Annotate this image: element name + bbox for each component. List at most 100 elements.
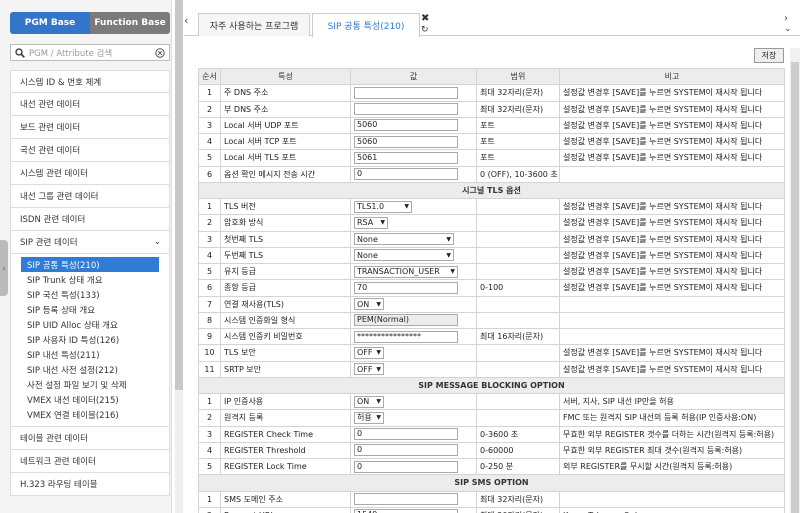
sidebar-subitem[interactable]: SIP 공통 특성(210): [21, 257, 159, 272]
row-number: 9: [198, 327, 221, 346]
row-number: 5: [198, 149, 221, 167]
clear-icon[interactable]: [155, 47, 165, 58]
sidebar-item[interactable]: ISDN 관련 데이터: [10, 208, 170, 231]
tab-favorites[interactable]: 자주 사용하는 프로그램: [198, 13, 310, 36]
value-input[interactable]: 1549: [354, 509, 458, 513]
sidebar-subitem[interactable]: SIP 국선 특성(133): [11, 287, 169, 302]
sidebar-item[interactable]: 테이블 관련 데이터: [10, 427, 170, 450]
value-input[interactable]: ****************: [354, 330, 458, 343]
row-number: 2: [198, 100, 221, 118]
sidebar-subitem[interactable]: SIP 내선 사전 설정(212): [11, 362, 169, 377]
section-header-row: SIP MESSAGE BLOCKING OPTION: [198, 376, 785, 395]
range-cell: 0-60000: [476, 441, 560, 460]
row-number: 1: [198, 392, 221, 411]
note-cell: 서버, 지사, SIP 내선 IP만을 허용: [559, 392, 785, 411]
save-button[interactable]: 저장: [754, 48, 784, 63]
table-header-cell: 특성: [220, 67, 351, 86]
note-cell: 설정값 변경후 [SAVE]를 누르면 SYSTEM이 재시작 됩니다: [559, 100, 785, 118]
search-input[interactable]: PGM / Attribute 검색: [10, 44, 170, 61]
sidebar-subitem[interactable]: SIP 내선 특성(211): [11, 347, 169, 362]
sidebar-item[interactable]: 시스템 ID & 번호 체계: [10, 70, 170, 93]
table-row: 3 Local 서버 UDP 포트 5060 포트 설정값 변경후 [SAVE]를 누르…: [198, 116, 785, 135]
sidebar-subitem[interactable]: SIP 등록 상태 개요: [11, 302, 169, 317]
sidebar-item[interactable]: 보드 관련 데이터: [10, 116, 170, 139]
select-value: None: [357, 234, 378, 244]
note-cell: 설정값 변경후 [SAVE]를 누르면 SYSTEM이 재시작 됩니다: [559, 116, 785, 135]
table-row: 5 Local 서버 TLS 포트 5061 포트 설정값 변경후 [SAVE]를 누르…: [198, 149, 785, 167]
attribute-name: TLS 버전: [220, 197, 351, 216]
chevron-down-icon: ▼: [376, 349, 381, 357]
chevron-down-icon: ▼: [376, 300, 381, 308]
value-input[interactable]: 0: [354, 168, 458, 181]
value-input[interactable]: 5060: [354, 135, 458, 148]
note-cell: 설정값 변경후 [SAVE]를 누르면 SYSTEM이 재시작 됩니다: [559, 132, 785, 151]
chevron-down-icon: ▼: [380, 219, 385, 227]
note-cell: [559, 311, 785, 330]
table-row: 2 암호화 방식 RSA ▼ 설정값 변경후 [SAVE]를 누르면 SYSTEM이 재…: [198, 214, 785, 232]
value-input[interactable]: 5061: [354, 151, 458, 164]
sidebar-subitem[interactable]: VMEX 내선 데이터(215): [11, 392, 169, 407]
value-select[interactable]: None ▼: [354, 249, 454, 262]
collapse-sidebar-icon[interactable]: ‹: [0, 240, 8, 296]
note-cell: FMC 또는 원격지 SIP 내선의 등록 허용(IP 인증사용:ON): [559, 409, 785, 427]
attribute-name: 주 DNS 주소: [220, 84, 351, 102]
value-cell: 0: [350, 425, 477, 443]
attribute-name: 첫번째 TLS: [220, 230, 351, 248]
value-input[interactable]: 0: [354, 428, 458, 441]
tab-pgm-base[interactable]: PGM Base: [10, 12, 90, 34]
tab-prev-icon[interactable]: ‹: [184, 14, 196, 27]
sidebar-item[interactable]: 내선 관련 데이터: [10, 93, 170, 116]
sidebar-subitem[interactable]: VMEX 연결 테이블(216): [11, 407, 169, 422]
value-input[interactable]: 0: [354, 444, 458, 457]
main-scrollbar-thumb[interactable]: [791, 62, 799, 513]
value-input[interactable]: [354, 86, 458, 99]
note-cell: Korea Telecom Only: [559, 506, 785, 513]
sidebar-scrollbar-thumb[interactable]: [175, 0, 183, 390]
range-cell: 포트: [476, 132, 560, 151]
value-input[interactable]: 5060: [354, 119, 458, 132]
value-select[interactable]: ON ▼: [354, 298, 384, 311]
value-select[interactable]: OFF ▼: [354, 363, 384, 376]
refresh-icon[interactable]: ↻: [421, 25, 429, 35]
value-select[interactable]: RSA ▼: [354, 216, 388, 229]
note-cell: 외부 REGISTER를 무시할 시간(원격지 등록:허용): [559, 457, 785, 476]
value-input[interactable]: 0: [354, 460, 458, 473]
sidebar-subitem[interactable]: SIP UID Alloc 상태 개요: [11, 317, 169, 332]
section-title: SIP SMS OPTION: [198, 474, 785, 492]
table-row: 1 TLS 버전 TLS1.0 ▼ 설정값 변경후 [SAVE]를 누르면 SYSTEM…: [198, 197, 785, 216]
close-icon[interactable]: ✖: [421, 13, 429, 24]
value-input[interactable]: [354, 103, 458, 116]
tab-next-icon[interactable]: ›: [784, 13, 788, 24]
table-row: 11 SRTP 보안 OFF ▼ 설정값 변경후 [SAVE]를 누르면 SYSTEM이…: [198, 360, 785, 378]
select-value: OFF: [357, 348, 373, 358]
table-row: 1주 DNS 주소 최대 32자리(문자) 설정값 변경후 [SAVE]를 누르면 …: [198, 84, 785, 102]
value-select[interactable]: None ▼: [354, 233, 454, 246]
note-cell: 무효한 외부 REGISTER 갯수를 더하는 시간(원격지 등록:허용): [559, 425, 785, 443]
sidebar-item[interactable]: H.323 라우팅 테이블: [10, 473, 170, 496]
sidebar-item[interactable]: 내선 그룹 관련 데이터: [10, 185, 170, 208]
sidebar-item-sip[interactable]: SIP 관련 데이터 ⌄: [10, 231, 170, 254]
value-select[interactable]: 허용 ▼: [354, 411, 384, 424]
sidebar-item[interactable]: 국선 관련 데이터: [10, 139, 170, 162]
value-select[interactable]: ON ▼: [354, 395, 384, 408]
chevron-down-icon[interactable]: ⌄: [784, 24, 792, 34]
attribute-name: 부 DNS 주소: [220, 100, 351, 118]
attribute-name: 종항 등급: [220, 279, 351, 297]
sidebar-item[interactable]: 시스템 관련 데이터: [10, 162, 170, 185]
attribute-name: REGISTER Lock Time: [220, 457, 351, 476]
value-select[interactable]: OFF ▼: [354, 346, 384, 359]
value-input[interactable]: [354, 493, 458, 506]
select-value: 허용: [357, 413, 372, 423]
sidebar-subitem[interactable]: SIP Trunk 상태 개요: [11, 272, 169, 287]
row-number: 2: [198, 506, 221, 513]
value-input[interactable]: 70: [354, 281, 458, 294]
table-row: 5 유지 등급 TRANSACTION_USER ▼ 설정값 변경후 [SAVE]를 누…: [198, 262, 785, 281]
value-select[interactable]: TLS1.0 ▼: [354, 200, 412, 213]
sidebar-subitem[interactable]: SIP 사용자 ID 특성(126): [11, 332, 169, 347]
tab-sip-common[interactable]: SIP 공통 특성(210): [312, 13, 420, 37]
tab-function-base[interactable]: Function Base: [90, 12, 170, 34]
sidebar-menu: 시스템 ID & 번호 체계 내선 관련 데이터 보드 관련 데이터 국선 관련 데이…: [10, 70, 170, 496]
value-select[interactable]: TRANSACTION_USER ▼: [354, 265, 458, 278]
sidebar-subitem[interactable]: 사전 설정 파일 보기 및 삭제: [11, 377, 169, 392]
sidebar-item[interactable]: 네트워크 관련 데이터: [10, 450, 170, 473]
